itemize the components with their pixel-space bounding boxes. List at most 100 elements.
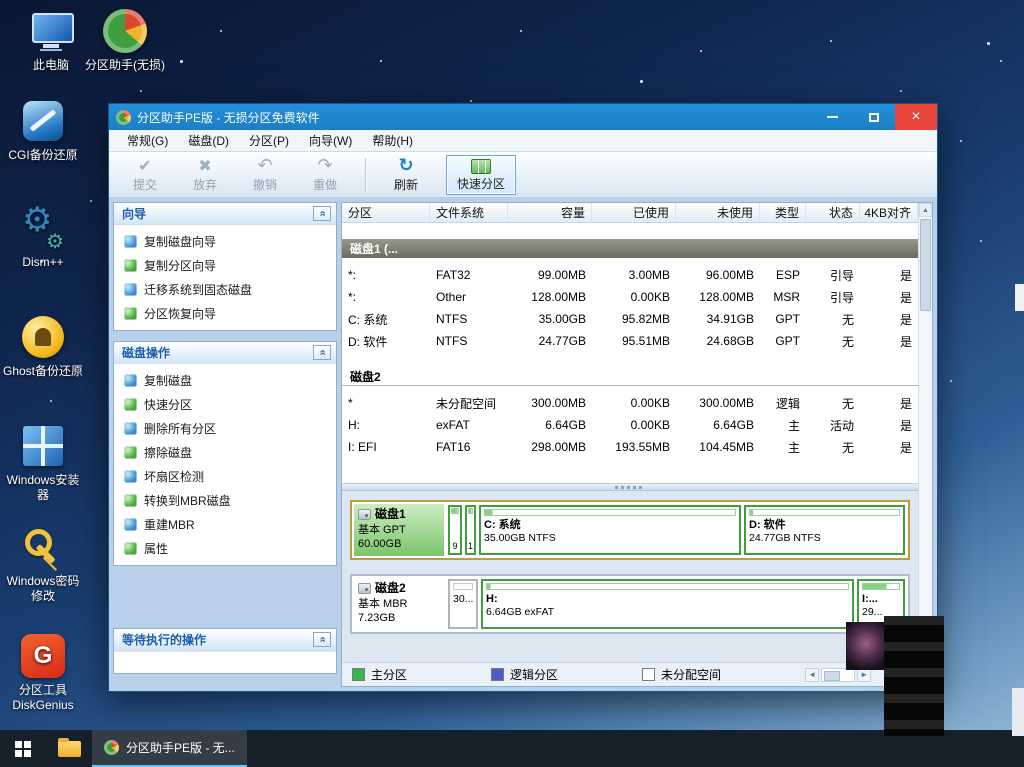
scroll-up-button[interactable] xyxy=(919,203,932,217)
file-explorer-button[interactable] xyxy=(46,730,92,767)
desktop-icon-windows-installer[interactable]: Windows安装器 xyxy=(2,423,84,503)
disk2-partition-0[interactable]: 30... xyxy=(448,579,478,629)
column-header-2[interactable]: 容量 xyxy=(508,203,592,222)
column-header-0[interactable]: 分区 xyxy=(342,203,430,222)
collapse-button[interactable]: « xyxy=(313,206,331,221)
cell: 95.51MB xyxy=(592,330,676,352)
cell: 无 xyxy=(806,308,860,330)
disk1-partition-0[interactable]: 9 xyxy=(448,505,462,555)
desktop-icon-partition-assistant[interactable]: 分区助手(无损) xyxy=(84,8,166,73)
menu-item-4[interactable]: 帮助(H) xyxy=(362,130,423,152)
sidebar-item-属性[interactable]: 属性 xyxy=(114,536,336,560)
sidebar-item-删除所有分区[interactable]: 删除所有分区 xyxy=(114,416,336,440)
disk2-partition-1[interactable]: H:6.64GB exFAT xyxy=(481,579,854,629)
column-header-5[interactable]: 类型 xyxy=(760,203,806,222)
taskbar-app-button[interactable]: 分区助手PE版 - 无... xyxy=(92,730,247,767)
disk-group-header-2[interactable]: 磁盘2 xyxy=(342,367,918,386)
desktop-icon-dism[interactable]: Dism++ xyxy=(2,205,84,270)
maximize-button[interactable] xyxy=(853,104,895,130)
desktop-icon-label: 分区工具 DiskGenius xyxy=(2,683,84,713)
toolbar-label: 快速分区 xyxy=(457,175,505,192)
sidebar-item-复制分区向导[interactable]: 复制分区向导 xyxy=(114,253,336,277)
title-bar[interactable]: 分区助手PE版 - 无损分区免费软件 xyxy=(109,104,937,130)
toolbar-refresh-button[interactable]: 刷新 xyxy=(386,157,426,193)
desktop-icon-this-pc[interactable]: 此电脑 xyxy=(10,8,92,73)
toolbar-commit-button[interactable]: 提交 xyxy=(125,157,165,193)
column-header-1[interactable]: 文件系统 xyxy=(430,203,508,222)
toolbar-redo-button[interactable]: 重做 xyxy=(305,157,345,193)
chevron-up-icon: « xyxy=(317,636,328,642)
vertical-scrollbar[interactable] xyxy=(918,203,932,686)
sidebar-item-重建MBR[interactable]: 重建MBR xyxy=(114,512,336,536)
disk-name-line: 磁盘2 xyxy=(358,581,440,597)
desktop-icon-diskgenius[interactable]: 分区工具 DiskGenius xyxy=(2,633,84,713)
menu-item-1[interactable]: 磁盘(D) xyxy=(178,130,239,152)
minimize-button[interactable] xyxy=(811,104,853,130)
sidebar-item-分区恢复向导[interactable]: 分区恢复向导 xyxy=(114,301,336,325)
menu-item-0[interactable]: 常规(G) xyxy=(117,130,178,152)
partition-row[interactable]: *:Other128.00MB0.00KB128.00MBMSR引导是 xyxy=(342,286,918,308)
collapse-button[interactable]: « xyxy=(313,632,331,647)
start-button[interactable] xyxy=(0,730,46,767)
column-header-6[interactable]: 状态 xyxy=(806,203,860,222)
disk-group-header-1[interactable]: 磁盘1 (... xyxy=(342,239,918,258)
desktop-icon-windows-password[interactable]: Windows密码修改 xyxy=(2,524,84,604)
column-header-3[interactable]: 已使用 xyxy=(592,203,676,222)
partition-detail: 24.77GB NTFS xyxy=(749,532,900,545)
sidebar-item-快速分区[interactable]: 快速分区 xyxy=(114,392,336,416)
disk-row-1[interactable]: 磁盘1基本 GPT60.00GB91C: 系统35.00GB NTFSD: 软件… xyxy=(350,500,910,560)
partition-row[interactable]: I: EFIFAT16298.00MB193.55MB104.45MB主无是 xyxy=(342,436,918,458)
desktop-icon-ghost-backup[interactable]: Ghost备份还原 xyxy=(2,314,84,379)
disk-row-2[interactable]: 磁盘2基本 MBR7.23GB30...H:6.64GB exFATI:...2… xyxy=(350,574,910,634)
column-header-7[interactable]: 4KB对齐 xyxy=(860,203,918,222)
disk1-partition-1[interactable]: 1 xyxy=(465,505,476,555)
partition-recovery-wizard-icon xyxy=(124,307,137,320)
disk-partitions: 91C: 系统35.00GB NTFSD: 软件24.77GB NTFS xyxy=(447,504,906,556)
scroll-thumb[interactable] xyxy=(920,219,931,311)
partition-row[interactable]: H:exFAT6.64GB0.00KB6.64GB主活动是 xyxy=(342,414,918,436)
partition-row[interactable]: *未分配空间300.00MB0.00KB300.00MB逻辑无是 xyxy=(342,392,918,414)
menu-bar: 常规(G)磁盘(D)分区(P)向导(W)帮助(H) xyxy=(109,130,937,152)
disk1-partition-3[interactable]: D: 软件24.77GB NTFS xyxy=(744,505,905,555)
sidebar-item-复制磁盘向导[interactable]: 复制磁盘向导 xyxy=(114,229,336,253)
legend-label: 逻辑分区 xyxy=(510,666,558,683)
disk-bus-type: 基本 GPT xyxy=(358,523,440,537)
splitter[interactable] xyxy=(342,483,918,491)
close-button[interactable] xyxy=(895,104,937,130)
sidebar-item-迁移系统到固态磁盘[interactable]: 迁移系统到固态磁盘 xyxy=(114,277,336,301)
properties-icon xyxy=(124,542,137,555)
collapse-button[interactable]: « xyxy=(313,345,331,360)
partition-row[interactable]: C: 系统NTFS35.00GB95.82MB34.91GBGPT无是 xyxy=(342,308,918,330)
legend-swatch xyxy=(352,668,365,681)
scroll-left-button[interactable]: ◄ xyxy=(805,668,819,682)
sidebar-item-转换到MBR磁盘[interactable]: 转换到MBR磁盘 xyxy=(114,488,336,512)
sidebar-item-擦除磁盘[interactable]: 擦除磁盘 xyxy=(114,440,336,464)
sidebar-item-复制磁盘[interactable]: 复制磁盘 xyxy=(114,368,336,392)
legend-item-1: 逻辑分区 xyxy=(491,666,558,683)
delete-all-partitions-icon xyxy=(124,422,137,435)
column-header-4[interactable]: 未使用 xyxy=(676,203,760,222)
disk-info[interactable]: 磁盘1基本 GPT60.00GB xyxy=(354,504,444,556)
desktop-icon-cgi-backup[interactable]: CGI备份还原 xyxy=(2,98,84,163)
partition-table: 分区文件系统容量已使用未使用类型状态4KB对齐磁盘1 (... *:FAT3299… xyxy=(342,203,918,483)
partition-row[interactable]: D: 软件NTFS24.77GB95.51MB24.68GBGPT无是 xyxy=(342,330,918,352)
disk1-partition-2[interactable]: C: 系统35.00GB NTFS xyxy=(479,505,741,555)
sidebar-item-label: 复制分区向导 xyxy=(144,257,216,274)
toolbar-discard-button[interactable]: 放弃 xyxy=(185,157,225,193)
disk-info[interactable]: 磁盘2基本 MBR7.23GB xyxy=(354,578,444,630)
cell: 95.82MB xyxy=(592,308,676,330)
partition-row[interactable]: *:FAT3299.00MB3.00MB96.00MBESP引导是 xyxy=(342,264,918,286)
toolbar-label: 重做 xyxy=(313,176,337,193)
sidebar-item-坏扇区检测[interactable]: 坏扇区检测 xyxy=(114,464,336,488)
menu-item-2[interactable]: 分区(P) xyxy=(239,130,299,152)
discard-cross-icon xyxy=(198,157,211,175)
cell: Other xyxy=(430,286,508,308)
toolbar-separator xyxy=(365,158,366,192)
screenshot-artifact xyxy=(846,622,886,670)
toolbar-undo-button[interactable]: 撤销 xyxy=(245,157,285,193)
cell: D: 软件 xyxy=(342,330,430,352)
menu-item-3[interactable]: 向导(W) xyxy=(299,130,362,152)
minimize-icon xyxy=(827,116,838,118)
toolbar-quick-partition-button[interactable]: 快速分区 xyxy=(446,155,516,195)
disk-size: 60.00GB xyxy=(358,537,440,551)
